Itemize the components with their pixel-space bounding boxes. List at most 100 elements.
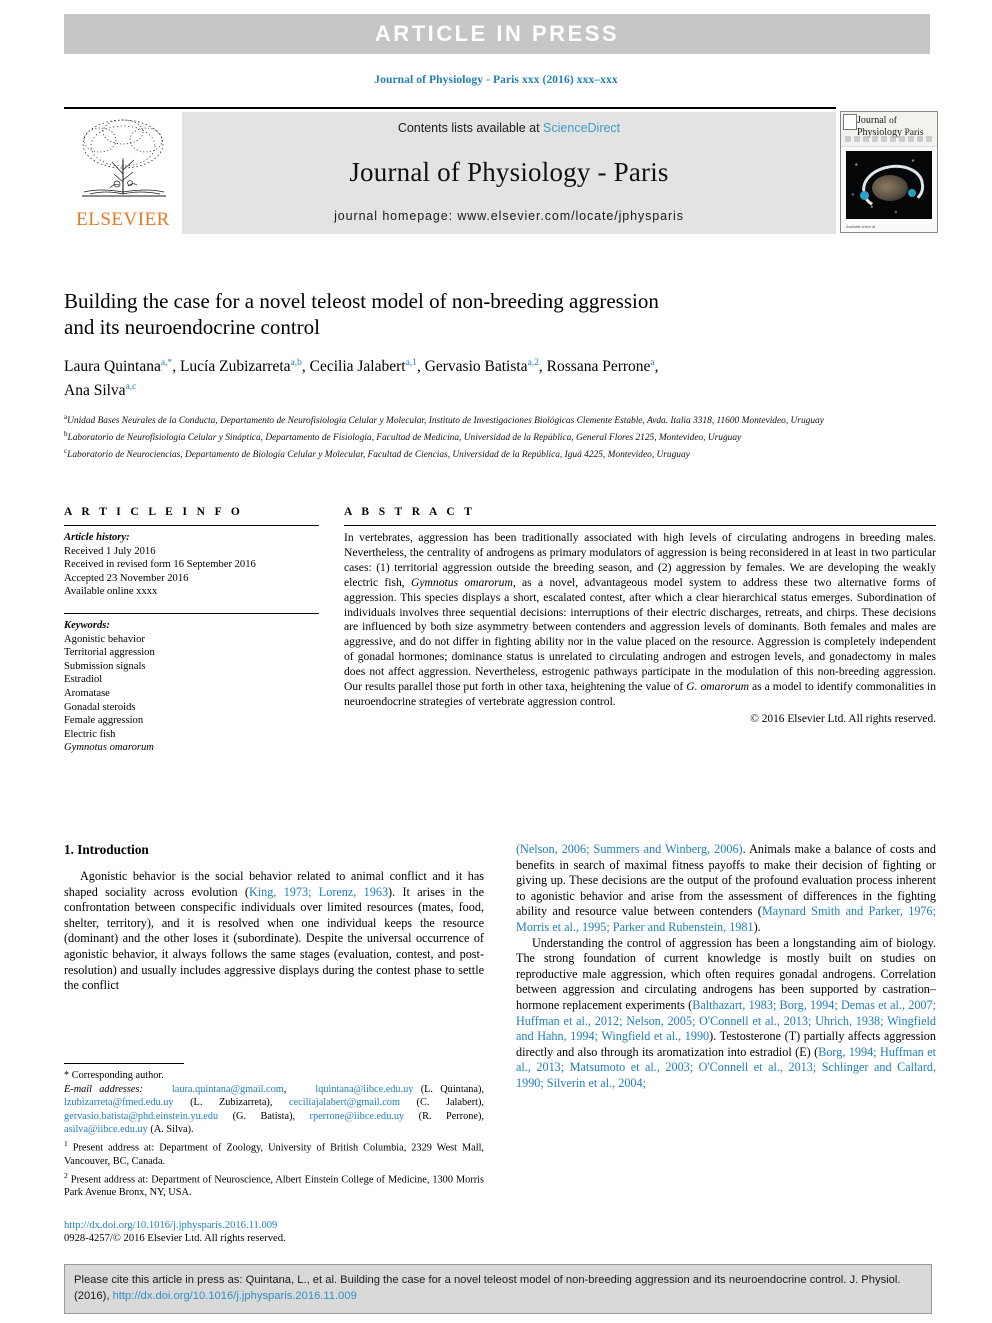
author: Rossana Perronea: [547, 358, 655, 375]
author-affil-marker[interactable]: a,1: [406, 358, 417, 368]
author: Ana Silvaa,c: [64, 382, 136, 399]
author: Lucía Zubizarretaa,b: [180, 358, 302, 375]
footnote-marker-2: 2: [64, 1170, 68, 1180]
journal-title: Journal of Physiology - Paris: [349, 156, 669, 187]
intro-paragraph-right-2: Understanding the control of aggression …: [516, 936, 936, 1092]
keyword-item: Female aggression: [64, 715, 144, 727]
contents-prefix: Contents lists available at: [397, 121, 544, 135]
email-link[interactable]: rperrone@iibce.edu.uy: [310, 1111, 405, 1122]
email-addresses-note: E-mail addresses: laura.quintana@gmail.c…: [64, 1084, 485, 1135]
keyword-item: Gonadal steroids: [64, 701, 136, 713]
author-affil-marker[interactable]: a,*: [161, 358, 172, 368]
cover-image-dot-left: [860, 191, 869, 200]
author: Gervasio Batistaa,2: [425, 358, 539, 375]
email-owner: (L. Quintana),: [420, 1084, 484, 1096]
cover-header: Journal of Physiology Paris: [841, 112, 937, 147]
keywords-list: Keywords: Agonistic behavior Territorial…: [64, 619, 319, 755]
cover-title-line1: Journal: [857, 115, 887, 126]
intro-right-text-b: ).: [753, 919, 761, 934]
keyword-item: Gymnotus omarorum: [64, 742, 154, 754]
email-link[interactable]: asilva@iibce.edu.uy: [64, 1124, 148, 1135]
elsevier-logo: ELSEVIER: [64, 112, 182, 234]
keyword-item: Submission signals: [64, 660, 146, 672]
history-item: Accepted 23 November 2016: [64, 572, 189, 584]
article-history-block: Article history: Received 1 July 2016 Re…: [64, 531, 319, 599]
journal-masthead: ELSEVIER Contents lists available at Sci…: [64, 112, 836, 234]
keyword-item: Territorial aggression: [64, 647, 155, 659]
article-info-column: A R T I C L E I N F O Article history: R…: [64, 506, 319, 755]
cover-footer-text: Available online at: [846, 225, 876, 229]
keywords-label: Keywords:: [64, 619, 110, 631]
email-link[interactable]: lzubizarreta@fmed.edu.uy: [64, 1097, 174, 1108]
affiliation-text: Laboratorio de Neurociencias, Departamen…: [67, 449, 690, 460]
email-owner: (G. Batista),: [232, 1110, 310, 1122]
affiliation-text: Laboratorio de Neurofisiología Celular y…: [67, 433, 742, 444]
keyword-item: Aromatase: [64, 687, 110, 699]
article-info-rule: [64, 525, 319, 526]
author-affil-marker[interactable]: a,b: [291, 358, 302, 368]
author-affil-marker[interactable]: a,2: [528, 358, 539, 368]
affiliation-text: Unidad Bases Neurales de la Conducta, De…: [67, 416, 824, 427]
cover-image: [846, 151, 932, 219]
footnotes-block: * Corresponding author. E-mail addresses…: [64, 1063, 484, 1201]
abstract-copyright: © 2016 Elsevier Ltd. All rights reserved…: [750, 712, 936, 725]
doi-link[interactable]: http://dx.doi.org/10.1016/j.jphysparis.2…: [64, 1219, 484, 1232]
intro-left-text-b: ). It arises in the confrontation betwee…: [64, 884, 484, 993]
email-link[interactable]: lquintana@iibce.edu.uy: [315, 1084, 413, 1095]
email-link[interactable]: ceciliajalabert@gmail.com: [289, 1097, 400, 1108]
keyword-item: Electric fish: [64, 728, 116, 740]
abstract-part-2: , as a novel, advantageous model system …: [344, 575, 936, 694]
cite-doi-link[interactable]: http://dx.doi.org/10.1016/j.jphysparis.2…: [113, 1290, 357, 1302]
abstract-species-name: Gymnotus omarorum: [411, 575, 513, 589]
intro-paragraph-left: Agonistic behavior is the social behavio…: [64, 869, 484, 994]
present-address-text-1: Present address at: Department of Zoolog…: [64, 1142, 484, 1167]
masthead-center: Contents lists available at ScienceDirec…: [182, 112, 836, 234]
elsevier-tree-icon: [82, 119, 166, 197]
article-in-press-label: ARTICLE IN PRESS: [374, 21, 620, 46]
present-address-note-2: 2 Present address at: Department of Neur…: [64, 1169, 484, 1200]
abstract-rule: [344, 525, 936, 526]
author-name: Ana Silva: [64, 382, 126, 400]
email-link[interactable]: laura.quintana@gmail.com: [172, 1084, 284, 1095]
intro-paragraph-right-1: (Nelson, 2006; Summers and Winberg, 2006…: [516, 842, 936, 936]
author: Laura Quintanaa,*: [64, 358, 172, 375]
affiliation-item: bLaboratorio de Neurofisiología Celular …: [64, 428, 936, 445]
issn-copyright-line: 0928-4257/© 2016 Elsevier Ltd. All right…: [64, 1233, 286, 1245]
article-info-heading: A R T I C L E I N F O: [64, 506, 244, 518]
affiliation-list: aUnidad Bases Neurales de la Conducta, D…: [64, 411, 936, 461]
author-affil-marker[interactable]: a: [650, 358, 654, 368]
affiliation-item: aUnidad Bases Neurales de la Conducta, D…: [64, 411, 936, 428]
corresponding-author-note: * Corresponding author.: [64, 1070, 164, 1081]
sciencedirect-link[interactable]: ScienceDirect: [543, 121, 620, 135]
email-owner: (L. Zubizarreta),: [190, 1097, 289, 1109]
citation-link[interactable]: (Nelson, 2006; Summers and Winberg, 2006…: [516, 842, 743, 856]
article-history-label: Article history:: [64, 532, 130, 543]
author-name: Gervasio Batista: [424, 358, 528, 376]
title-block: Building the case for a novel teleost mo…: [64, 288, 936, 461]
title-line-1: Building the case for a novel teleost mo…: [64, 289, 659, 313]
history-item: Received 1 July 2016: [64, 545, 156, 557]
author: Cecilia Jalaberta,1: [310, 358, 417, 375]
author-name: Rossana Perrone: [546, 358, 651, 376]
section-heading-introduction: 1. Introduction: [64, 842, 149, 857]
email-link[interactable]: gervasio.batista@phd.einstein.yu.edu: [64, 1111, 218, 1122]
citation-link[interactable]: King, 1973; Lorenz, 1963: [249, 885, 388, 899]
abstract-column: A B S T R A C T In vertebrates, aggressi…: [344, 506, 936, 725]
journal-homepage[interactable]: journal homepage: www.elsevier.com/locat…: [334, 209, 684, 223]
footnote-rule: [64, 1063, 184, 1064]
author-name: Laura Quintana: [64, 358, 161, 376]
cover-publisher-icon: [843, 114, 857, 130]
abstract-heading: A B S T R A C T: [344, 506, 476, 518]
abstract-species-name-short: G. omarorum: [686, 680, 750, 694]
email-owner: (R. Perrone),: [418, 1110, 484, 1122]
body-column-left: 1. Introduction Agonistic behavior is th…: [64, 842, 484, 994]
doi-issn-block: http://dx.doi.org/10.1016/j.jphysparis.2…: [64, 1219, 484, 1246]
author-name: Lucía Zubizarreta: [179, 358, 291, 376]
history-item: Available online xxxx: [64, 586, 158, 598]
cover-title-of: of: [888, 116, 897, 126]
author-affil-marker[interactable]: a,c: [126, 382, 137, 392]
article-in-press-banner: ARTICLE IN PRESS: [64, 14, 930, 54]
body-column-right: (Nelson, 2006; Summers and Winberg, 2006…: [516, 842, 936, 1092]
title-line-2: and its neuroendocrine control: [64, 315, 320, 339]
masthead-top-rule: [64, 107, 836, 109]
